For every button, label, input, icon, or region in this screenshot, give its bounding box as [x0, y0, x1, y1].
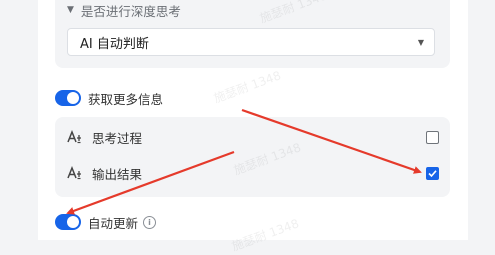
font-style-icon	[67, 166, 83, 180]
option-output-result: 输出结果	[67, 163, 439, 183]
toggle-knob	[67, 92, 79, 104]
thinking-process-checkbox[interactable]	[426, 130, 439, 144]
font-style-icon	[67, 130, 83, 144]
info-icon[interactable]: i	[143, 215, 157, 229]
fetch-more-toggle[interactable]	[55, 90, 81, 106]
deep-thinking-select[interactable]: AI 自动判断 ▼	[67, 28, 435, 56]
fetch-more-label: 获取更多信息	[88, 91, 164, 107]
option-label: 思考过程	[92, 130, 143, 146]
option-thinking-process: 思考过程	[67, 127, 439, 147]
fetch-more-row: 获取更多信息	[55, 88, 163, 108]
checkmark-icon	[428, 169, 437, 177]
deep-thinking-collapse[interactable]: ▼ 是否进行深度思考	[67, 2, 181, 19]
option-label: 输出结果	[92, 166, 143, 182]
deep-thinking-label: 是否进行深度思考	[80, 3, 181, 19]
auto-update-toggle[interactable]	[55, 214, 81, 230]
caret-down-icon: ▼	[67, 5, 74, 15]
output-result-checkbox[interactable]	[426, 166, 439, 180]
toggle-knob	[67, 216, 79, 228]
chevron-down-icon: ▼	[417, 37, 424, 47]
auto-update-row: 自动更新 i	[55, 212, 157, 232]
auto-update-label: 自动更新	[88, 215, 139, 231]
select-value: AI 自动判断	[80, 36, 149, 52]
